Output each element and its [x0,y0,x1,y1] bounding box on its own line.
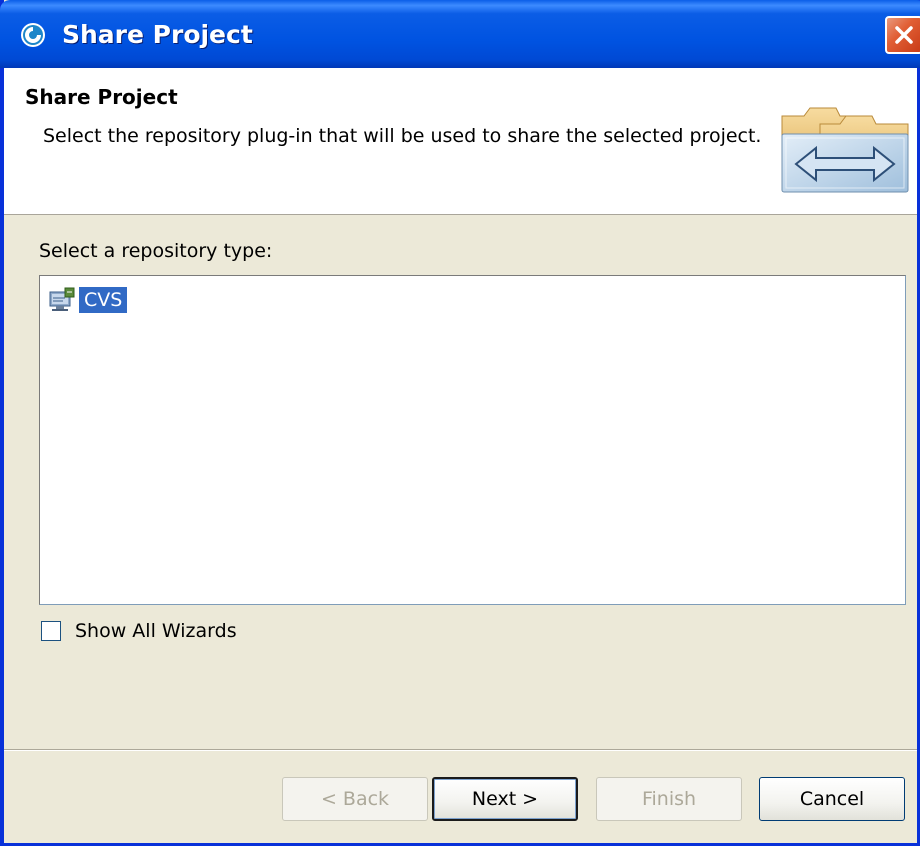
next-button[interactable]: Next > [432,777,578,821]
repository-type-label: Select a repository type: [39,240,273,262]
show-all-wizards-checkbox[interactable] [41,621,61,641]
eclipse-icon [21,23,45,47]
close-icon [895,26,913,44]
page-description: Select the repository plug-in that will … [43,125,762,147]
finish-button[interactable]: Finish [596,777,742,821]
show-all-wizards-row[interactable]: Show All Wizards [41,620,237,642]
button-bar-separator [4,749,917,751]
show-all-wizards-label: Show All Wizards [75,620,237,642]
page-title: Share Project [25,85,178,109]
share-folders-icon [781,107,909,193]
cancel-button[interactable]: Cancel [759,777,905,821]
title-bar[interactable]: Share Project [0,0,920,68]
back-button[interactable]: < Back [282,777,428,821]
cvs-repository-icon [49,287,75,311]
list-item[interactable]: CVS [47,285,128,315]
window-title: Share Project [62,20,253,49]
close-button[interactable] [885,16,920,54]
list-item-label: CVS [79,287,128,313]
share-project-dialog: Share Project Share Project Select the r… [0,0,920,846]
wizard-header: Share Project Select the repository plug… [4,68,917,215]
repository-type-list[interactable]: CVS [39,275,906,605]
